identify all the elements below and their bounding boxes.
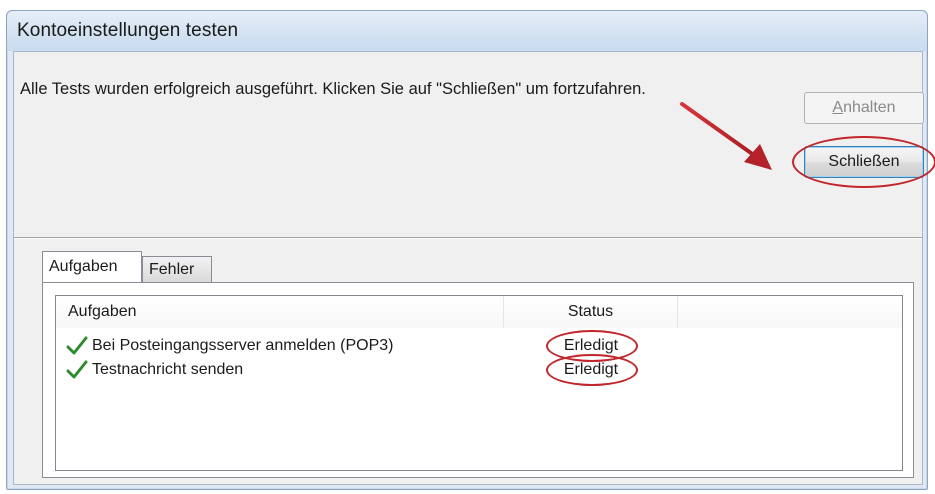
close-button[interactable]: Schließen	[804, 146, 924, 178]
task-list-view[interactable]: Aufgaben Status Bei Posteingangsserver a…	[55, 295, 903, 471]
row-task-cell: Bei Posteingangsserver anmelden (POP3)	[66, 334, 394, 358]
column-header-status[interactable]: Status	[504, 296, 678, 328]
status-message: Alle Tests wurden erfolgreich ausgeführt…	[20, 80, 646, 98]
separator-line	[14, 237, 922, 239]
row-task-cell: Testnachricht senden	[66, 358, 243, 382]
checkmark-icon	[66, 336, 88, 355]
row-task-label: Bei Posteingangsserver anmelden (POP3)	[92, 337, 394, 354]
row-task-label: Testnachricht senden	[92, 361, 244, 378]
tab-panel: Aufgaben Status Bei Posteingangsserver a…	[42, 282, 914, 478]
stop-button-mnemonic: A	[832, 99, 844, 116]
screenshot-stage: Kontoeinstellungen testen Alle Tests wur…	[0, 0, 935, 494]
title-bar[interactable]: Kontoeinstellungen testen	[7, 11, 927, 51]
tab-aufgaben[interactable]: Aufgaben	[42, 251, 142, 282]
table-row[interactable]: Bei Posteingangsserver anmelden (POP3) E…	[56, 334, 902, 358]
stop-button-label-rest: nhalten	[843, 99, 896, 116]
checkmark-icon	[66, 360, 88, 379]
stop-button[interactable]: Anhalten	[804, 92, 924, 124]
column-header-task[interactable]: Aufgaben	[56, 296, 504, 328]
column-header-empty	[678, 296, 902, 328]
dialog-window: Kontoeinstellungen testen Alle Tests wur…	[6, 10, 935, 490]
window-title: Kontoeinstellungen testen	[17, 20, 239, 41]
dialog-client-area: Alle Tests wurden erfolgreich ausgeführt…	[13, 51, 935, 485]
red-arrow-icon	[680, 102, 772, 170]
row-status-cell: Erledigt	[563, 361, 619, 378]
table-row[interactable]: Testnachricht senden Erledigt	[56, 358, 902, 382]
row-status-cell: Erledigt	[563, 337, 619, 354]
tab-fehler[interactable]: Fehler	[142, 256, 212, 282]
